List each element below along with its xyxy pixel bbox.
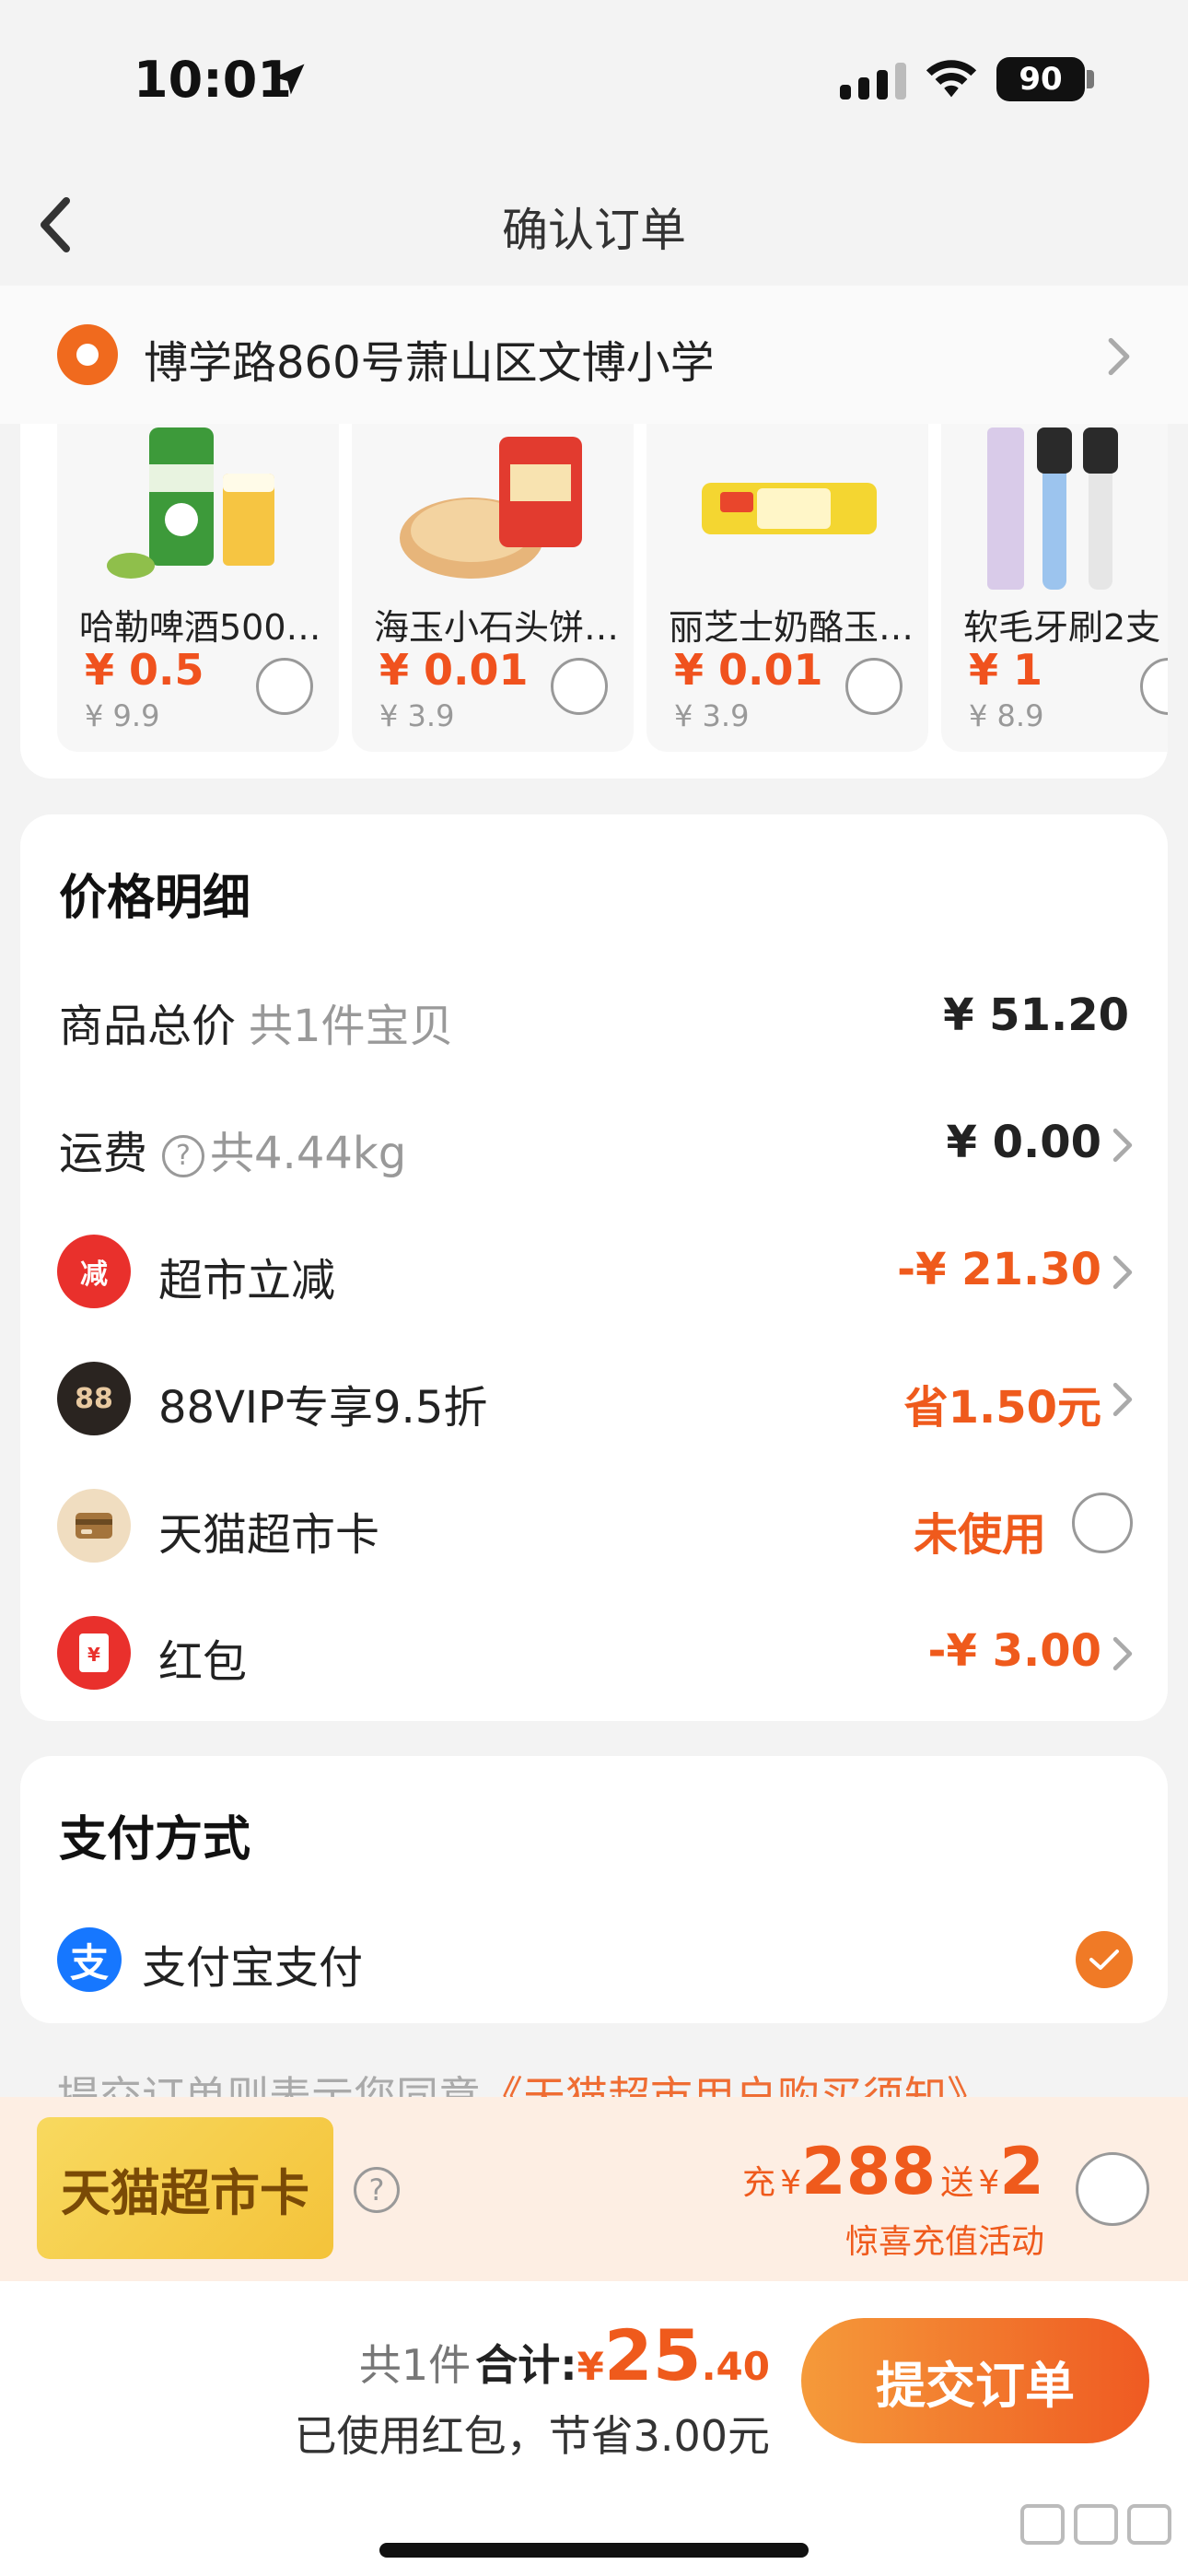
red-packet-icon: ¥	[57, 1616, 131, 1690]
gift-amount: 2	[999, 2134, 1044, 2209]
product-price: ¥ 0.01	[674, 645, 823, 695]
item-count: 共1件	[358, 2340, 472, 2390]
market-card-badge: 天猫超市卡	[37, 2117, 333, 2259]
market-card-row[interactable]: 天猫超市卡 未使用	[20, 1480, 1168, 1572]
checkout-bar: 共1件 合计:¥25.40 已使用红包，节省3.00元 提交订单	[0, 2281, 1188, 2576]
product-original-price: ¥ 9.9	[85, 698, 160, 733]
red-packet-label: 红包	[158, 1636, 248, 1688]
question-help-icon[interactable]: ?	[354, 2167, 400, 2213]
discount-icon: 减	[57, 1235, 131, 1308]
market-card-label: 天猫超市卡	[158, 1509, 380, 1561]
battery-indicator: 90	[996, 57, 1085, 101]
product-select-radio[interactable]	[256, 658, 313, 715]
agreement-link[interactable]: 《天猫超市用户购买须知》	[481, 2072, 989, 2097]
total-integer: 25	[603, 2314, 702, 2396]
recharge-amount: 288	[801, 2134, 937, 2209]
location-pin-icon	[57, 324, 118, 385]
market-card-icon	[57, 1489, 131, 1563]
market-card-value: 未使用	[913, 1509, 1046, 1561]
product-card[interactable]: 丽芝士奶酪玉… ¥ 0.01 ¥ 3.9	[646, 424, 928, 752]
payment-method-label[interactable]: 支付宝支付	[142, 1931, 363, 1996]
goods-total-count: 共1件宝贝	[249, 1001, 454, 1052]
total-decimal: .40	[701, 2344, 770, 2389]
product-select-radio[interactable]	[845, 658, 903, 715]
vip-88-icon: 88	[57, 1362, 131, 1435]
checkmark-icon	[1089, 1950, 1119, 1970]
alipay-icon: 支	[57, 1927, 122, 1992]
price-detail-title: 价格明细	[59, 871, 251, 926]
vip-row[interactable]: 88 88VIP专享9.5折 省1.50元	[20, 1352, 1168, 1445]
shipping-row[interactable]: 运费? 共4.44kg ¥ 0.00	[20, 1098, 1168, 1190]
shipping-weight: 共4.44kg	[210, 1128, 407, 1179]
biscuit-product-image	[400, 437, 582, 579]
svg-text:¥: ¥	[87, 1644, 100, 1666]
vip-label: 88VIP专享9.5折	[158, 1382, 488, 1434]
status-bar: 10:01 90	[0, 0, 1188, 157]
agreement-text: 提交订单则表示您同意《天猫超市用户购买须知》	[57, 2064, 989, 2097]
vip-value: 省1.50元	[903, 1382, 1101, 1434]
goods-total-value: ¥ 51.20	[943, 989, 1129, 1041]
chevron-right-icon	[1112, 1128, 1133, 1163]
product-name: 软毛牙刷2支	[963, 607, 1161, 648]
toothbrush-product-image	[987, 427, 1118, 590]
recharge-promo-banner: 天猫超市卡 ? 充 ¥288 送 ¥2 惊喜充值活动	[0, 2097, 1188, 2281]
discount-label: 超市立减	[158, 1255, 336, 1306]
recharge-select-radio[interactable]	[1076, 2152, 1149, 2226]
battery-tip	[1087, 70, 1094, 88]
payment-card: 支付方式 支 支付宝支付	[20, 1756, 1168, 2023]
payment-title: 支付方式	[59, 1812, 251, 1868]
product-select-radio[interactable]	[551, 658, 608, 715]
recommended-products: 哈勒啤酒500… ¥ 0.5 ¥ 9.9 海玉小石头饼… ¥ 0.01 ¥ 3.…	[20, 424, 1168, 779]
watermark-logo-icon	[1020, 2504, 1171, 2545]
red-packet-row[interactable]: ¥ 红包 -¥ 3.00	[20, 1607, 1168, 1699]
goods-total-label: 商品总价	[59, 1001, 237, 1052]
product-name: 海玉小石头饼…	[374, 607, 620, 648]
goods-total-row: 商品总价 共1件宝贝 ¥ 51.20	[20, 971, 1168, 1063]
nav-bar: 确认订单	[0, 166, 1188, 286]
product-price: ¥ 1	[969, 645, 1043, 695]
product-price: ¥ 0.01	[379, 645, 529, 695]
product-name: 丽芝士奶酪玉…	[669, 607, 914, 648]
chevron-right-icon	[1112, 1382, 1133, 1417]
location-arrow-icon	[274, 64, 305, 95]
submit-order-button[interactable]: 提交订单	[801, 2318, 1149, 2443]
saved-amount-text: 已使用红包，节省3.00元	[294, 2411, 770, 2461]
chevron-right-icon	[1112, 1255, 1133, 1290]
page-title: 确认订单	[502, 204, 686, 257]
address-row[interactable]: 博学路860号萧山区文博小学	[0, 286, 1188, 424]
market-card-radio[interactable]	[1072, 1493, 1133, 1553]
question-help-icon[interactable]: ?	[162, 1135, 205, 1177]
chevron-right-icon	[1112, 1636, 1133, 1671]
product-card[interactable]: 海玉小石头饼… ¥ 0.01 ¥ 3.9	[352, 424, 634, 752]
product-price: ¥ 0.5	[85, 645, 204, 695]
cheese-corn-product-image	[702, 483, 877, 534]
product-original-price: ¥ 8.9	[969, 698, 1044, 733]
chevron-right-icon	[1108, 337, 1130, 376]
address-text: 博学路860号萧山区文博小学	[144, 337, 715, 389]
total-label: 合计:	[475, 2340, 577, 2390]
product-original-price: ¥ 3.9	[379, 698, 455, 733]
product-original-price: ¥ 3.9	[674, 698, 750, 733]
beer-product-image	[107, 427, 274, 579]
shipping-label: 运费	[59, 1128, 148, 1179]
shipping-value: ¥ 0.00	[946, 1117, 1101, 1168]
product-card[interactable]: 软毛牙刷2支 ¥ 1 ¥ 8.9	[941, 424, 1168, 752]
product-card[interactable]: 哈勒啤酒500… ¥ 0.5 ¥ 9.9	[57, 424, 339, 752]
wifi-icon	[926, 60, 977, 98]
recharge-offer: 充 ¥288 送 ¥2	[742, 2134, 1044, 2209]
recharge-subtitle: 惊喜充值活动	[844, 2223, 1044, 2261]
price-detail-card: 价格明细 商品总价 共1件宝贝 ¥ 51.20 运费? 共4.44kg ¥ 0.00…	[20, 814, 1168, 1721]
home-indicator[interactable]	[379, 2543, 809, 2558]
discount-value: -¥ 21.30	[897, 1244, 1101, 1295]
product-select-radio[interactable]	[1140, 658, 1168, 715]
product-name: 哈勒啤酒500…	[79, 607, 321, 648]
cellular-signal-icon	[840, 63, 906, 100]
agreement-prefix: 提交订单则表示您同意	[57, 2072, 481, 2097]
order-total: 共1件 合计:¥25.40	[358, 2314, 770, 2396]
red-packet-value: -¥ 3.00	[927, 1625, 1101, 1677]
discount-row[interactable]: 减 超市立减 -¥ 21.30	[20, 1225, 1168, 1317]
payment-selected-check[interactable]	[1076, 1931, 1133, 1988]
